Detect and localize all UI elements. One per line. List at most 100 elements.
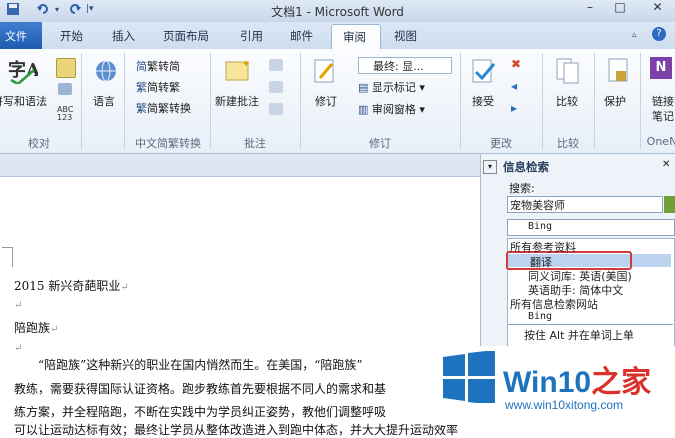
simp-to-trad-button[interactable]: 繁简转繁 bbox=[136, 79, 180, 95]
previous-comment-icon[interactable] bbox=[269, 81, 283, 93]
tab-review[interactable]: 审阅 bbox=[331, 24, 381, 51]
list-item[interactable]: 所有信息检索网站 bbox=[510, 296, 598, 312]
pane-title: 信息检索 bbox=[503, 160, 549, 174]
search-input[interactable]: 宠物美容师 bbox=[507, 196, 663, 213]
compare-icon bbox=[555, 57, 581, 88]
tab-file[interactable]: 文件 bbox=[0, 22, 42, 49]
track-changes-button[interactable]: 修订 bbox=[315, 93, 337, 109]
group-label-changes: 更改 bbox=[490, 137, 512, 150]
tab-references[interactable]: 引用 bbox=[240, 28, 263, 44]
watermark-url: www.win10xitong.com bbox=[505, 398, 624, 412]
dropdown-value: 最终: 显... bbox=[373, 60, 424, 73]
undo-dropdown-icon[interactable]: ▾ bbox=[55, 5, 59, 21]
group-label-chinese: 中文简繁转换 bbox=[135, 137, 201, 150]
doc-line: 可以让运动达标有效；最终让学员从整体改造进入到跑中体态，并大大提升运动效率 bbox=[14, 423, 459, 437]
reject-icon[interactable]: ✖ bbox=[511, 57, 521, 71]
previous-change-icon[interactable]: ◂ bbox=[511, 79, 517, 93]
title-bar: 文档1 - Microsoft Word ▾ |▾ – □ ✕ bbox=[0, 0, 675, 22]
language-icon bbox=[93, 58, 119, 87]
doc-line: ↵ bbox=[14, 343, 23, 354]
source-value: Bing bbox=[528, 221, 553, 232]
search-go-button[interactable] bbox=[664, 196, 675, 213]
margin-corner-mark bbox=[12, 247, 13, 267]
doc-line: 教练，需要获得国际认证资格。跑步教练首先要根据不同人的需求和基 bbox=[14, 382, 387, 396]
group-separator bbox=[210, 53, 211, 149]
track-changes-icon bbox=[312, 58, 338, 89]
list-item[interactable]: Bing bbox=[528, 311, 552, 322]
next-comment-icon[interactable] bbox=[269, 103, 283, 115]
search-label: 搜索: bbox=[509, 182, 535, 195]
save-icon[interactable] bbox=[6, 2, 20, 18]
compare-button[interactable]: 比较 bbox=[556, 93, 578, 109]
delete-comment-icon[interactable] bbox=[269, 59, 283, 71]
protect-button[interactable]: 保护 bbox=[604, 93, 626, 109]
research-icon[interactable] bbox=[56, 58, 76, 78]
doc-line: ↵ bbox=[14, 300, 23, 311]
tab-review-label: 审阅 bbox=[343, 30, 366, 44]
new-comment-button[interactable]: 新建批注 bbox=[215, 93, 259, 109]
list-divider bbox=[508, 324, 673, 325]
tab-page-layout[interactable]: 页面布局 bbox=[163, 28, 209, 44]
tab-view[interactable]: 视图 bbox=[394, 28, 417, 44]
tab-file-label: 文件 bbox=[5, 30, 27, 43]
tab-mailings[interactable]: 邮件 bbox=[290, 28, 313, 44]
trad-to-simp-button[interactable]: 简繁转简 bbox=[136, 58, 180, 74]
ruler bbox=[0, 154, 480, 177]
windows-logo-icon bbox=[443, 350, 495, 406]
thesaurus-icon[interactable] bbox=[58, 83, 72, 95]
group-separator bbox=[81, 53, 82, 149]
source-dropdown[interactable]: Bing bbox=[507, 219, 675, 236]
ribbon-tabs: 文件 开始 插入 页面布局 引用 邮件 审阅 视图 ▵ ? bbox=[0, 22, 675, 51]
doc-line: 练方案，并全程陪跑，不断在实践中为学员纠正姿势，教他们调整呼吸 bbox=[14, 405, 387, 419]
customize-qat-icon[interactable]: |▾ bbox=[86, 4, 94, 20]
onenote-icon: N bbox=[650, 57, 672, 79]
group-separator bbox=[542, 53, 543, 149]
tab-home[interactable]: 开始 bbox=[60, 28, 83, 44]
chinese-conversion-button[interactable]: 繁简繁转换 bbox=[136, 100, 191, 116]
group-label-proofing: 校对 bbox=[28, 137, 50, 150]
group-label-onenote: OneN bbox=[646, 135, 675, 148]
accept-icon bbox=[470, 58, 498, 89]
close-button[interactable]: ✕ bbox=[640, 0, 675, 18]
search-value: 宠物美容师 bbox=[510, 199, 565, 212]
doc-line: “陪跑族”这种新兴的职业在国内悄然而生。在美国，“陪跑族” bbox=[38, 358, 363, 372]
next-change-icon[interactable]: ▸ bbox=[511, 101, 517, 115]
pane-menu-icon[interactable]: ▾ bbox=[483, 160, 497, 174]
word-count-icon[interactable]: ABC 123 bbox=[57, 106, 73, 122]
help-icon[interactable]: ? bbox=[652, 27, 666, 41]
group-label-tracking: 修订 bbox=[369, 137, 391, 150]
group-label-compare: 比较 bbox=[557, 137, 579, 150]
margin-corner-mark bbox=[2, 247, 12, 248]
undo-icon[interactable] bbox=[36, 2, 50, 18]
spelling-grammar-button[interactable]: 拼写和语法 bbox=[0, 93, 47, 109]
watermark-brand: Win10之家 bbox=[503, 366, 652, 399]
group-separator bbox=[594, 53, 595, 149]
minimize-button[interactable]: – bbox=[575, 0, 605, 18]
maximize-button[interactable]: □ bbox=[605, 0, 635, 18]
redo-icon[interactable] bbox=[68, 2, 82, 18]
pane-close-button[interactable]: ✕ bbox=[662, 159, 670, 170]
tab-insert[interactable]: 插入 bbox=[112, 28, 135, 44]
group-separator bbox=[640, 53, 641, 149]
group-separator bbox=[460, 53, 461, 149]
group-separator bbox=[124, 53, 125, 149]
list-item[interactable]: 所有参考资料 bbox=[510, 239, 576, 255]
doc-line: 2015 新兴奇葩职业↵ bbox=[14, 279, 129, 293]
svg-text:✦: ✦ bbox=[242, 59, 250, 70]
spelling-icon: 字A bbox=[8, 58, 41, 87]
new-comment-icon: ✦ bbox=[224, 58, 252, 87]
reviewing-pane-button[interactable]: ▥ 审阅窗格 ▾ bbox=[358, 101, 425, 117]
minimize-ribbon-icon[interactable]: ▵ bbox=[632, 30, 637, 40]
window-title: 文档1 - Microsoft Word bbox=[271, 5, 404, 19]
group-separator bbox=[300, 53, 301, 149]
display-for-review-dropdown[interactable]: 最终: 显... bbox=[358, 57, 452, 74]
protect-icon bbox=[606, 57, 630, 88]
list-item[interactable]: 按住 Alt 并在单词上单 bbox=[524, 327, 634, 343]
language-button[interactable]: 语言 bbox=[93, 93, 115, 109]
doc-line: 陪跑族↵ bbox=[14, 321, 59, 335]
accept-button[interactable]: 接受 bbox=[472, 93, 494, 109]
linked-notes-button-line2[interactable]: 笔记 bbox=[652, 108, 674, 124]
linked-notes-button-line1[interactable]: 链接 bbox=[652, 93, 674, 109]
group-label-comments: 批注 bbox=[244, 137, 266, 150]
show-markup-button[interactable]: ▤ 显示标记 ▾ bbox=[358, 79, 425, 95]
